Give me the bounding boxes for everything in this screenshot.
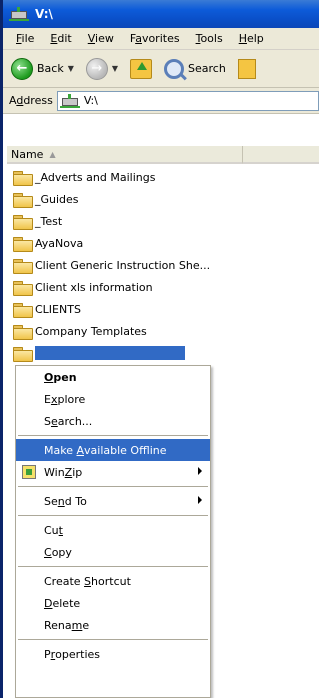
back-dropdown-icon[interactable]: ▼: [68, 64, 74, 73]
context-item-winzip[interactable]: Win Zip: [16, 461, 210, 483]
folder-name: Client Generic Instruction She...: [35, 258, 211, 272]
window-title: V:\: [35, 7, 53, 21]
folder-name: _Test: [35, 214, 63, 228]
address-label: Address: [9, 94, 53, 107]
context-item-delete[interactable]: Delete: [16, 592, 210, 614]
folder-name: AyaNova: [35, 236, 84, 250]
back-button[interactable]: ← Back ▼: [7, 55, 78, 83]
menu-item-help[interactable]: Help: [231, 30, 272, 47]
back-label: Back: [37, 62, 64, 75]
list-header: Name ▲: [7, 146, 319, 164]
context-item-create-shortcut[interactable]: Create Shortcut: [16, 570, 210, 592]
column-header-blank[interactable]: [243, 146, 319, 164]
menu-item-view[interactable]: View: [80, 30, 122, 47]
folder-name: _Adverts and Mailings: [35, 170, 156, 184]
menu-item-file[interactable]: File: [8, 30, 42, 47]
folders-button[interactable]: [234, 56, 260, 82]
search-button[interactable]: Search: [160, 56, 230, 82]
search-label: Search: [188, 62, 226, 75]
address-field[interactable]: V:\: [56, 90, 319, 111]
forward-arrow-icon: →: [85, 57, 108, 80]
folder-name: CLIENTS: [35, 302, 81, 316]
folder-icon: [13, 302, 33, 318]
list-item[interactable]: _Test: [13, 210, 313, 232]
folder-rows: _Adverts and Mailings _Guides _Test AyaNova…: [13, 166, 313, 364]
list-item[interactable]: _Adverts and Mailings: [13, 166, 313, 188]
folder-icon: [13, 324, 33, 340]
forward-button[interactable]: → ▼: [82, 55, 122, 83]
menu-separator: [16, 483, 210, 490]
context-item-properties[interactable]: Pr operties: [16, 643, 210, 665]
folder-icon: [13, 170, 33, 186]
context-item-open[interactable]: Open: [16, 366, 210, 388]
network-drive-icon: [59, 93, 80, 108]
selected-folder-highlight: [35, 346, 185, 360]
submenu-arrow-icon: [198, 467, 202, 475]
context-item-copy[interactable]: Copy: [16, 541, 210, 563]
context-menu: Open Ex plore Se arch... Make Available Offli…: [15, 365, 211, 698]
explorer-window: V:\ File Edit View Favorites Tools Help ← Bac…: [0, 0, 319, 698]
sort-ascending-icon: ▲: [49, 149, 56, 159]
context-item-make-available-offline[interactable]: Make Available Offline: [16, 439, 210, 461]
folder-icon: [13, 346, 33, 362]
title-bar[interactable]: V:\: [3, 0, 319, 28]
column-name-header[interactable]: Name ▲: [7, 146, 243, 164]
folder-icon: [13, 214, 33, 230]
folder-icon: [13, 258, 33, 274]
toolbar: ← Back ▼ → ▼ Search: [3, 50, 319, 88]
menu-separator: [16, 432, 210, 439]
context-item-cut[interactable]: Cu t: [16, 519, 210, 541]
context-item-search[interactable]: Se arch...: [16, 410, 210, 432]
menu-item-edit[interactable]: Edit: [42, 30, 79, 47]
menu-separator: [16, 563, 210, 570]
list-item[interactable]: _Guides: [13, 188, 313, 210]
back-arrow-icon: ←: [11, 57, 33, 80]
folder-icon: [13, 236, 33, 252]
submenu-arrow-icon: [198, 496, 202, 504]
folder-name: Company Templates: [35, 324, 147, 338]
folder-name: _Guides: [35, 192, 79, 206]
forward-dropdown-icon[interactable]: ▼: [112, 64, 118, 73]
menu-bar: File Edit View Favorites Tools Help: [3, 28, 319, 50]
address-bar: Address V:\: [3, 88, 319, 114]
list-item[interactable]: Client xls information: [13, 276, 313, 298]
up-folder-icon: [130, 58, 153, 79]
address-value: V:\: [83, 94, 98, 107]
folder-icon: [13, 192, 33, 208]
search-icon: [164, 58, 185, 79]
list-item[interactable]: Client Generic Instruction She...: [13, 254, 313, 276]
menu-item-tools[interactable]: Tools: [188, 30, 231, 47]
winzip-icon: [22, 465, 36, 479]
menu-item-favorites[interactable]: Favorites: [122, 30, 188, 47]
list-item[interactable]: CLIENTS: [13, 298, 313, 320]
network-drive-icon: [9, 7, 29, 21]
selected-list-item[interactable]: [13, 342, 313, 364]
list-item[interactable]: AyaNova: [13, 232, 313, 254]
folder-icon: [13, 280, 33, 296]
folder-name: Client xls information: [35, 280, 153, 294]
menu-separator: [16, 512, 210, 519]
menu-separator: [16, 636, 210, 643]
context-item-send-to[interactable]: Se n d To: [16, 490, 210, 512]
context-item-explore[interactable]: Ex plore: [16, 388, 210, 410]
up-button[interactable]: [126, 56, 156, 82]
folders-icon: [237, 58, 256, 79]
context-item-rename[interactable]: Rena m e: [16, 614, 210, 636]
list-item[interactable]: Company Templates: [13, 320, 313, 342]
